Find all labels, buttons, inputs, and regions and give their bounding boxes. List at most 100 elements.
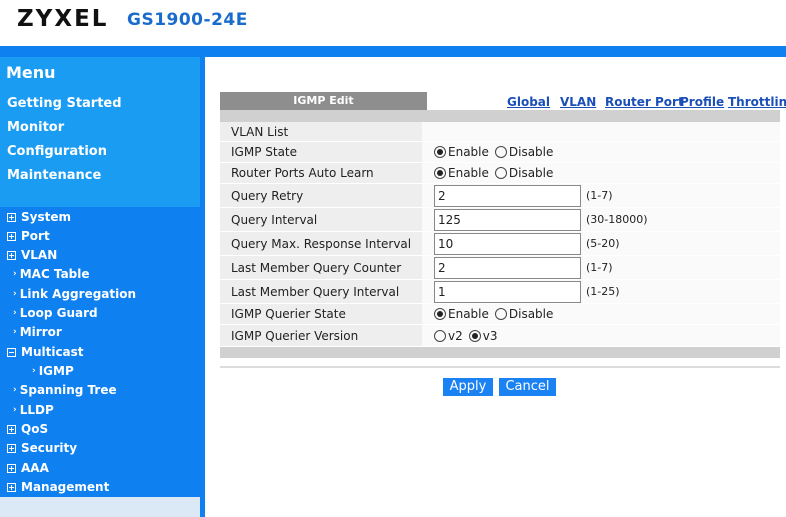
row-query-retry: Query Retry (1-7) [220, 184, 780, 208]
link-vlan[interactable]: VLAN [560, 95, 596, 109]
row-value: (5-20) [422, 232, 780, 255]
range-hint: (30-18000) [586, 213, 648, 226]
row-label: IGMP State [220, 142, 422, 162]
tree-item-label: Port [21, 229, 50, 243]
link-router-port[interactable]: Router Port [605, 95, 684, 109]
row-igmp-querier-state: IGMP Querier State Enable Disable [220, 304, 780, 325]
arrow-right-icon: › [13, 308, 17, 318]
tree-item-label: VLAN [21, 248, 58, 262]
auto-learn-disable-radio[interactable]: Disable [494, 166, 554, 180]
apply-button[interactable]: Apply [443, 378, 493, 396]
last-member-query-interval-input[interactable] [434, 280, 581, 303]
row-query-interval: Query Interval (30-18000) [220, 208, 780, 232]
tree-item-label: Link Aggregation [19, 287, 137, 301]
plus-box-icon [7, 463, 16, 473]
menu-item-maintenance[interactable]: Maintenance [7, 168, 101, 183]
row-value: Enable Disable [422, 142, 780, 162]
tree-item-label: QoS [21, 422, 49, 436]
plus-box-icon [7, 443, 16, 453]
tree-item-vlan[interactable]: VLAN [7, 248, 57, 262]
panel-divider [220, 366, 780, 368]
sidebar-divider [200, 57, 205, 517]
querier-state-disable-radio[interactable]: Disable [494, 307, 553, 321]
minus-box-icon [7, 347, 16, 357]
row-label: VLAN List [220, 122, 422, 141]
tree-item-management[interactable]: Management [7, 480, 109, 494]
tree-item-qos[interactable]: QoS [7, 422, 48, 436]
link-throttling[interactable]: Throttling [728, 95, 786, 109]
link-profile[interactable]: Profile [680, 95, 724, 109]
cancel-button[interactable]: Cancel [499, 378, 556, 396]
menu-title: Menu [6, 63, 56, 82]
brand-logo: ZYXEL [17, 6, 109, 32]
arrow-right-icon: › [13, 289, 17, 299]
panel-top-bar [220, 110, 780, 122]
row-router-ports-auto-learn: Router Ports Auto Learn Enable Disable [220, 163, 780, 184]
tree-item-spanning-tree[interactable]: › Spanning Tree [13, 383, 117, 397]
menu-item-configuration[interactable]: Configuration [7, 144, 107, 159]
range-hint: (1-7) [586, 261, 613, 274]
last-member-query-counter-input[interactable] [434, 256, 581, 279]
radio-label: Disable [508, 145, 554, 159]
tree-item-mac-table[interactable]: › MAC Table [13, 267, 90, 281]
query-max-response-input[interactable] [434, 232, 581, 255]
plus-box-icon [7, 250, 16, 260]
row-label: Query Interval [220, 208, 422, 231]
query-interval-input[interactable] [434, 208, 581, 231]
querier-state-enable-radio[interactable]: Enable [434, 307, 489, 321]
tree-item-label: MAC Table [19, 267, 90, 281]
radio-label: Disable [508, 166, 554, 180]
plus-box-icon [7, 424, 16, 434]
igmp-state-enable-radio[interactable]: Enable [434, 145, 489, 159]
row-value: (1-7) [422, 184, 780, 207]
querier-version-v2-radio[interactable]: v2 [434, 329, 463, 343]
row-label: Query Retry [220, 184, 422, 207]
igmp-state-disable-radio[interactable]: Disable [494, 145, 554, 159]
row-label: Query Max. Response Interval [220, 232, 422, 255]
radio-label: Enable [448, 166, 489, 180]
row-query-max-response-interval: Query Max. Response Interval (5-20) [220, 232, 780, 256]
radio-label: Enable [448, 307, 489, 321]
tree-item-port[interactable]: Port [7, 229, 50, 243]
plus-box-icon [7, 482, 16, 492]
row-label: Last Member Query Counter [220, 256, 422, 279]
vlan-list-value [422, 122, 780, 141]
range-hint: (1-25) [586, 285, 620, 298]
arrow-right-icon: › [13, 385, 17, 395]
panel-bottom-bar [220, 347, 780, 358]
tree-item-label: IGMP [38, 364, 74, 378]
tree-item-loop-guard[interactable]: › Loop Guard [13, 306, 98, 320]
menu-item-monitor[interactable]: Monitor [7, 120, 64, 135]
tree-item-link-aggregation[interactable]: › Link Aggregation [13, 287, 136, 301]
querier-version-v3-radio[interactable]: v3 [468, 329, 498, 343]
tree-item-security[interactable]: Security [7, 441, 77, 455]
tree-item-system[interactable]: System [7, 210, 71, 224]
row-last-member-query-counter: Last Member Query Counter (1-7) [220, 256, 780, 280]
radio-unchecked-icon [494, 146, 507, 158]
radio-unchecked-icon [494, 167, 507, 179]
row-vlan-list: VLAN List [220, 122, 780, 142]
tree-item-label: LLDP [19, 403, 54, 417]
row-value: (1-7) [422, 256, 780, 279]
tree-item-lldp[interactable]: › LLDP [13, 403, 54, 417]
tree-item-label: Loop Guard [19, 306, 98, 320]
radio-checked-icon [434, 167, 446, 179]
link-global[interactable]: Global [507, 95, 550, 109]
radio-unchecked-icon [434, 329, 446, 342]
tree-item-igmp[interactable]: › IGMP [32, 364, 74, 378]
query-retry-input[interactable] [434, 184, 581, 207]
row-label: IGMP Querier Version [220, 325, 422, 346]
menu-item-getting-started[interactable]: Getting Started [7, 96, 122, 111]
tree-item-label: Mirror [19, 325, 62, 339]
row-value: (1-25) [422, 280, 780, 303]
tree-item-multicast[interactable]: Multicast [7, 345, 84, 359]
arrow-right-icon: › [13, 405, 17, 415]
tree-item-label: Spanning Tree [19, 383, 117, 397]
row-value: Enable Disable [422, 304, 780, 324]
auto-learn-enable-radio[interactable]: Enable [434, 166, 489, 180]
tree-item-label: Multicast [21, 345, 84, 359]
tree-item-mirror[interactable]: › Mirror [13, 325, 62, 339]
tree-item-aaa[interactable]: AAA [7, 461, 49, 475]
row-igmp-state: IGMP State Enable Disable [220, 142, 780, 163]
tree-item-label: AAA [21, 461, 49, 475]
